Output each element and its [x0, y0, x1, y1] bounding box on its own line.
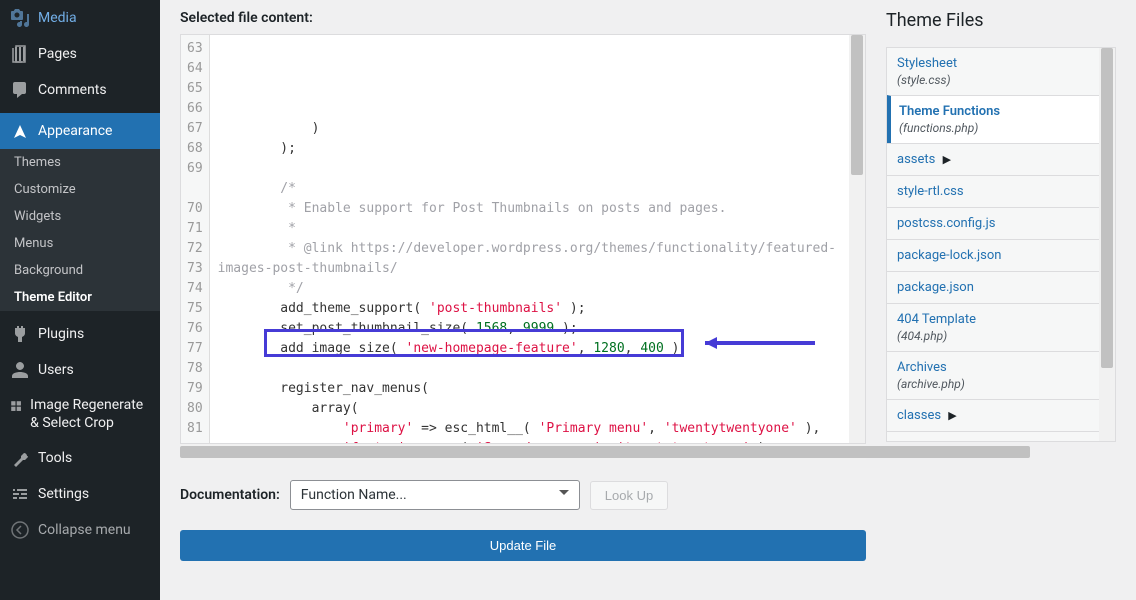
sidebar-item-tools[interactable]: Tools	[0, 440, 160, 476]
appearance-icon	[10, 121, 30, 141]
menu-label: Pages	[38, 46, 77, 62]
file-item-postcss-config-js[interactable]: postcss.config.js	[887, 207, 1099, 239]
code-editor[interactable]: 63646566676869 707172737475767778798081 …	[180, 34, 866, 444]
code-line: array(	[218, 399, 841, 419]
file-item-404-template[interactable]: 404 Template(404.php)	[887, 303, 1099, 351]
files-scrollbar[interactable]	[1099, 48, 1115, 441]
imgregen-icon	[10, 396, 22, 416]
file-item-classes[interactable]: classes ▶	[887, 399, 1099, 431]
code-line: 'primary' => esc_html__( 'Primary menu',…	[218, 419, 841, 439]
code-line: set_post_thumbnail_size( 1568, 9999 );	[218, 319, 841, 339]
file-sub: (style.css)	[897, 73, 1089, 87]
media-icon	[10, 8, 30, 28]
sidebar-item-users[interactable]: Users	[0, 352, 160, 388]
file-sub: (functions.php)	[899, 121, 1089, 135]
submenu-item-menus[interactable]: Menus	[0, 230, 160, 257]
submenu-item-themes[interactable]: Themes	[0, 149, 160, 176]
file-item-archives[interactable]: Archives(archive.php)	[887, 351, 1099, 399]
file-item-comments[interactable]: Comments	[887, 431, 1099, 442]
code-line: register_nav_menus(	[218, 379, 841, 399]
file-item-package-json[interactable]: package.json	[887, 271, 1099, 303]
sidebar-item-image-regenerate-select-crop[interactable]: Image Regenerate & Select Crop	[0, 388, 160, 440]
file-item-assets[interactable]: assets ▶	[887, 143, 1099, 175]
code-line: )	[218, 119, 841, 139]
file-item-style-rtl-css[interactable]: style-rtl.css	[887, 175, 1099, 207]
sidebar-item-media[interactable]: Media	[0, 0, 160, 36]
menu-label: Appearance	[38, 123, 112, 139]
submenu-item-customize[interactable]: Customize	[0, 176, 160, 203]
code-line: */	[218, 279, 841, 299]
editor-heading: Selected file content:	[180, 10, 866, 26]
chevron-right-icon: ▶	[948, 409, 956, 422]
code-line	[218, 159, 841, 179]
settings-icon	[10, 484, 30, 504]
submenu-item-background[interactable]: Background	[0, 257, 160, 284]
menu-label: Image Regenerate & Select Crop	[30, 396, 152, 432]
function-select[interactable]: Function Name...	[290, 480, 580, 510]
code-area[interactable]: ) ); /* * Enable support for Post Thumbn…	[210, 35, 849, 443]
horizontal-scrollbar[interactable]	[180, 444, 866, 460]
menu-label: Plugins	[38, 326, 84, 342]
look-up-button[interactable]: Look Up	[590, 481, 668, 510]
sidebar-item-appearance[interactable]: Appearance	[0, 113, 160, 149]
menu-label: Settings	[38, 486, 89, 502]
file-item-theme-functions[interactable]: Theme Functions(functions.php)	[887, 95, 1099, 143]
chevron-right-icon: ▶	[943, 153, 951, 166]
pages-icon	[10, 44, 30, 64]
code-line: );	[218, 139, 841, 159]
admin-sidebar: Media Pages Comments Appearance ThemesCust…	[0, 0, 160, 600]
tools-icon	[10, 448, 30, 468]
code-line	[218, 359, 841, 379]
sidebar-item-settings[interactable]: Settings	[0, 476, 160, 512]
code-line: /*	[218, 179, 841, 199]
sidebar-item-plugins[interactable]: Plugins	[0, 316, 160, 352]
menu-label: Collapse menu	[38, 522, 131, 538]
plugins-icon	[10, 324, 30, 344]
menu-label: Tools	[38, 450, 72, 466]
menu-label: Users	[38, 362, 74, 378]
comments-icon	[10, 80, 30, 100]
documentation-label: Documentation:	[180, 487, 280, 503]
code-line: * @link https://developer.wordpress.org/…	[218, 239, 841, 279]
code-line: 'footer' => __( 'Secondary menu', 'twent…	[218, 439, 841, 443]
menu-label: Media	[38, 10, 77, 26]
line-gutter: 63646566676869 707172737475767778798081	[181, 35, 210, 443]
vertical-scrollbar[interactable]	[849, 35, 865, 443]
update-file-button[interactable]: Update File	[180, 530, 866, 561]
file-item-stylesheet[interactable]: Stylesheet(style.css)	[887, 48, 1099, 95]
file-item-package-lock-json[interactable]: package-lock.json	[887, 239, 1099, 271]
sidebar-item-collapse-menu[interactable]: Collapse menu	[0, 512, 160, 548]
submenu-item-widgets[interactable]: Widgets	[0, 203, 160, 230]
menu-label: Comments	[38, 82, 107, 98]
collapse-icon	[10, 520, 30, 540]
file-sub: (404.php)	[897, 329, 1089, 343]
code-line: *	[218, 219, 841, 239]
theme-files-heading: Theme Files	[886, 10, 1116, 31]
main-content: Selected file content: 63646566676869 70…	[160, 0, 1136, 600]
file-list: Stylesheet(style.css)Theme Functions(fun…	[886, 47, 1116, 442]
file-sub: (archive.php)	[897, 377, 1089, 391]
submenu-item-theme-editor[interactable]: Theme Editor	[0, 284, 160, 311]
code-line: * Enable support for Post Thumbnails on …	[218, 199, 841, 219]
users-icon	[10, 360, 30, 380]
code-line: add_image_size( 'new-homepage-feature', …	[218, 339, 841, 359]
code-line: add_theme_support( 'post-thumbnails' );	[218, 299, 841, 319]
sidebar-item-pages[interactable]: Pages	[0, 36, 160, 72]
sidebar-item-comments[interactable]: Comments	[0, 72, 160, 108]
